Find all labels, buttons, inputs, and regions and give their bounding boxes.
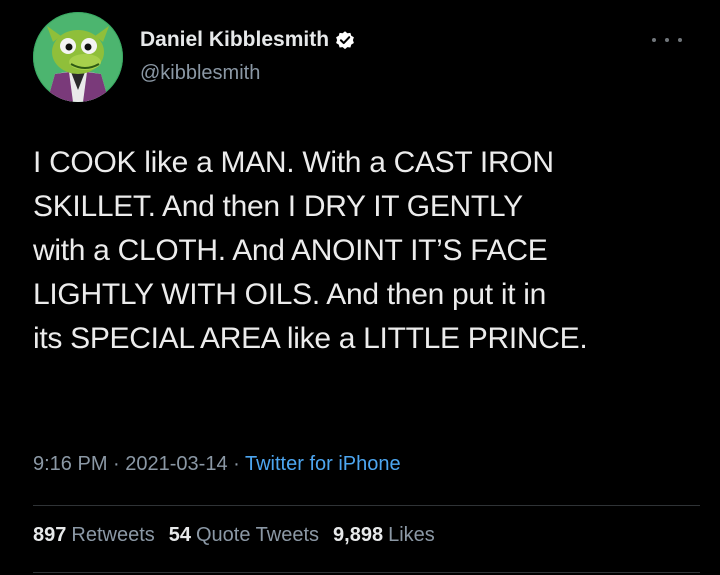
tweet-card: Daniel Kibblesmith @kibblesmith I COOK l… [0, 0, 720, 575]
retweets-count: 897 [33, 524, 67, 546]
tweet-time[interactable]: 9:16 PM [33, 453, 107, 475]
tweet-source-link[interactable]: Twitter for iPhone [245, 453, 401, 475]
tweet-meta: 9:16 PM · 2021-03-14 · Twitter for iPhon… [33, 453, 401, 476]
dot [665, 38, 669, 42]
tweet-stats: 897 Retweets 54 Quote Tweets 9,898 Likes [33, 524, 435, 547]
author-name-row[interactable]: Daniel Kibblesmith [140, 28, 356, 52]
tweet-text-line: with a CLOTH. And ANOINT IT’S FACE [33, 234, 548, 267]
tweet-text-line: LIGHTLY WITH OILS. And then put it in [33, 278, 547, 311]
meta-separator: · [227, 453, 245, 475]
retweets-label: Retweets [71, 524, 155, 546]
dot [678, 38, 682, 42]
avatar[interactable] [33, 12, 123, 102]
author-name[interactable]: Daniel Kibblesmith [140, 28, 329, 52]
tweet-text-line: I COOK like a MAN. With a CAST IRON [33, 146, 554, 179]
more-dots-icon[interactable] [652, 30, 682, 50]
likes-stat[interactable]: 9,898 Likes [333, 524, 435, 547]
quote-tweets-stat[interactable]: 54 Quote Tweets [169, 524, 319, 547]
meta-separator: · [107, 453, 126, 475]
divider [33, 572, 700, 573]
quote-tweets-count: 54 [168, 524, 191, 546]
quote-tweets-label: Quote Tweets [196, 524, 320, 546]
tweet-text-line: SKILLET. And then I DRY IT GENTLY [33, 190, 523, 223]
author-handle[interactable]: @kibblesmith [140, 62, 260, 85]
divider [33, 505, 700, 506]
retweets-stat[interactable]: 897 Retweets [33, 524, 155, 547]
avatar-illustration-icon [33, 12, 123, 102]
likes-label: Likes [388, 524, 435, 546]
tweet-date[interactable]: 2021-03-14 [125, 453, 227, 475]
likes-count: 9,898 [333, 524, 384, 546]
dot [652, 38, 656, 42]
tweet-text-line: its SPECIAL AREA like a LITTLE PRINCE. [33, 322, 588, 355]
tweet-text: I COOK like a MAN. With a CAST IRON SKIL… [33, 141, 703, 361]
verified-badge-icon [334, 29, 356, 51]
